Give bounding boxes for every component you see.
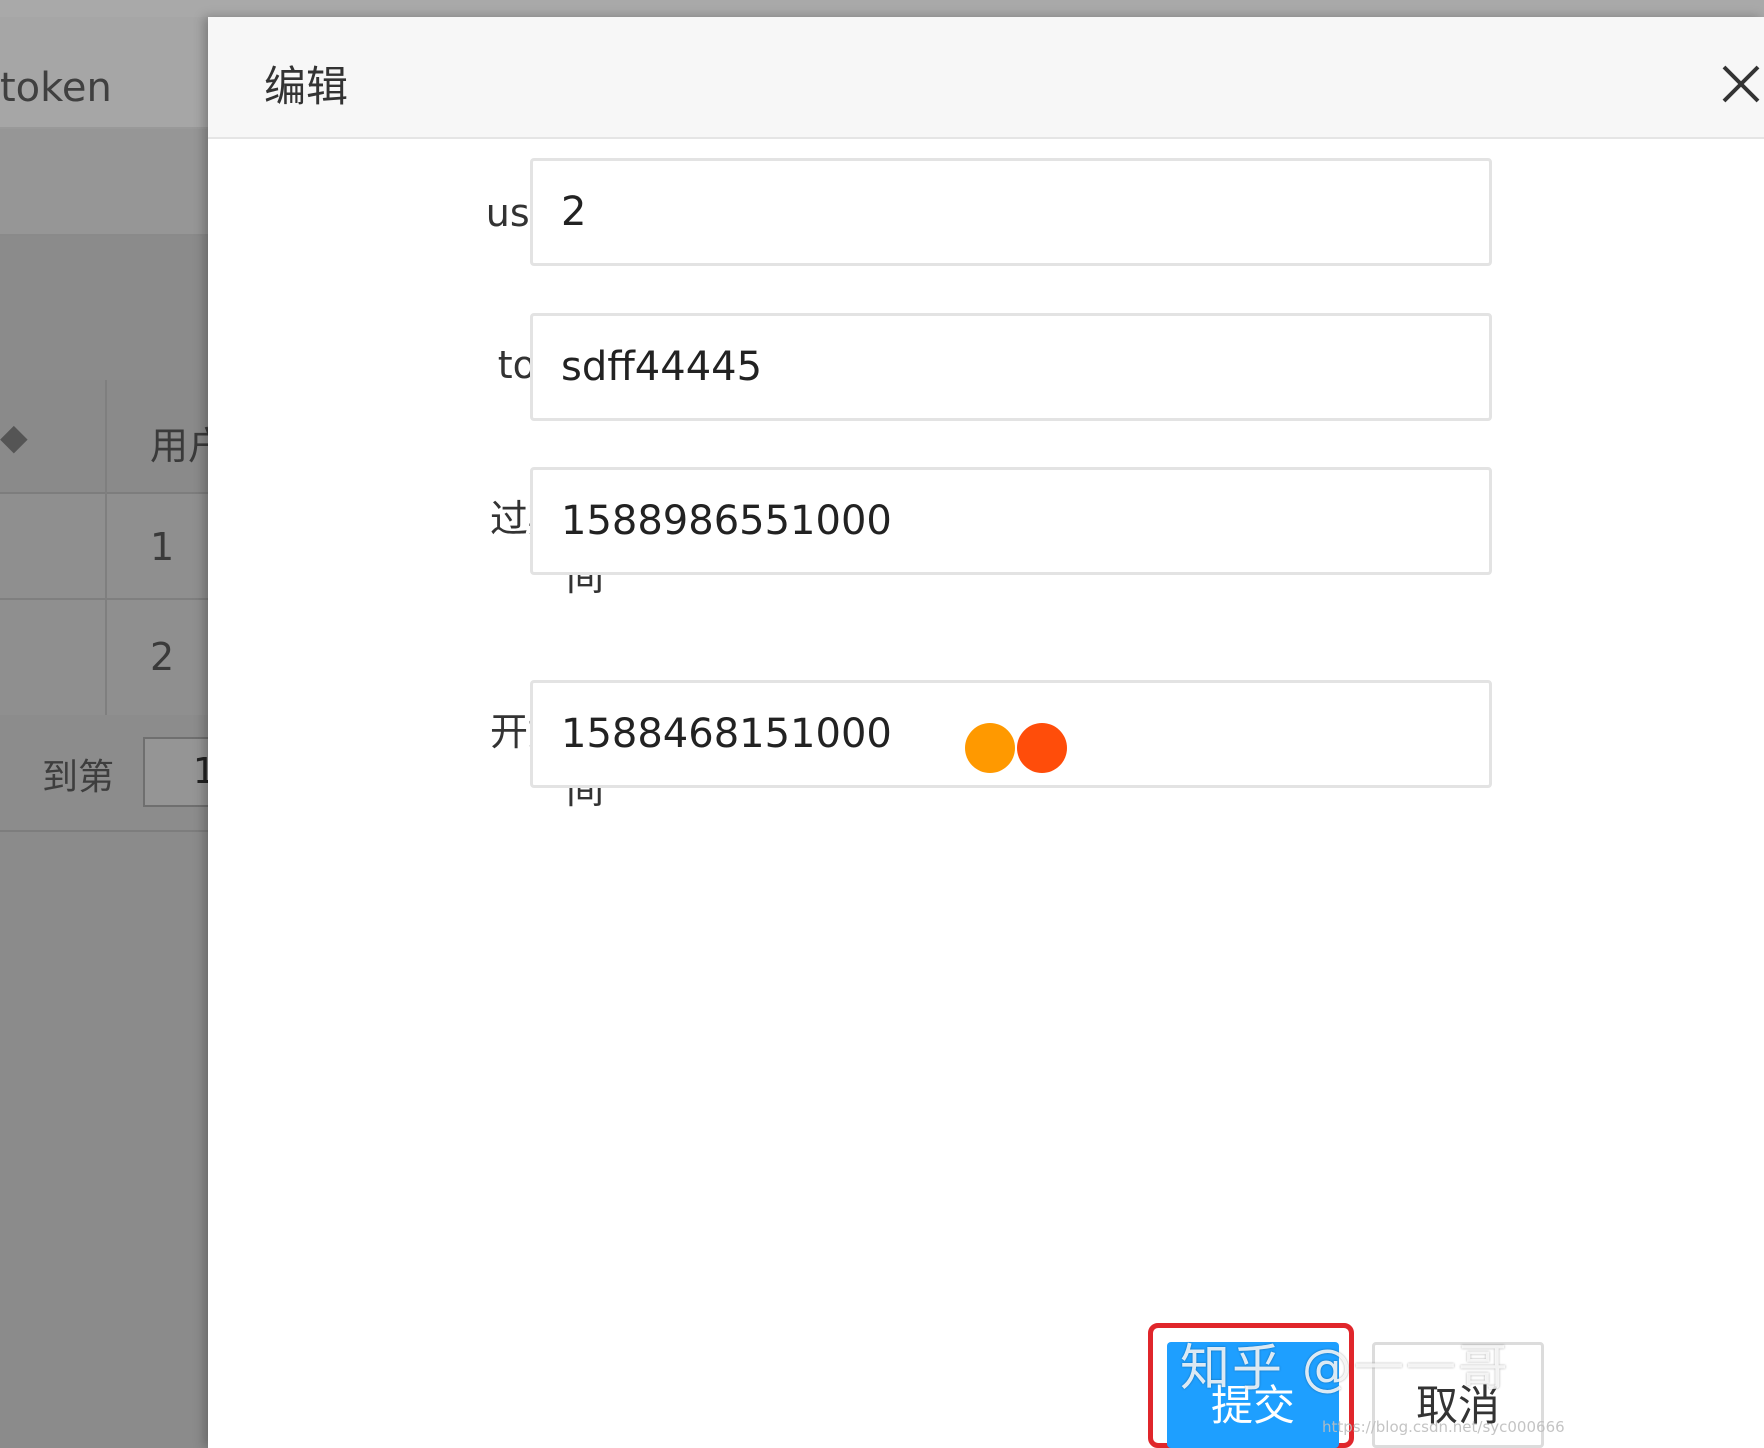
token-input[interactable] <box>530 313 1492 421</box>
background-header-title: token <box>0 65 112 111</box>
background-panel <box>0 129 208 236</box>
cursor-highlight-icon <box>965 723 1067 773</box>
background-header: token <box>0 17 208 129</box>
edit-dialog: 编辑 userId token 过期时 间 开始时 间 <box>208 17 1764 1448</box>
pagination-page-input[interactable]: 1 <box>143 737 216 807</box>
watermark-url: https://blog.csdn.net/syc000666 <box>1322 1418 1565 1436</box>
expire-time-input[interactable] <box>530 467 1492 575</box>
dialog-title: 编辑 <box>264 62 349 111</box>
table-row-cell: 1 <box>150 525 175 569</box>
dialog-header: 编辑 <box>208 17 1764 139</box>
sort-arrow-icon[interactable]: ◆ <box>0 420 28 456</box>
close-icon[interactable] <box>1718 61 1764 107</box>
table-column-divider <box>105 380 107 715</box>
watermark: 知乎 @一一哥 <box>1180 1339 1510 1397</box>
table-row-divider <box>0 598 208 600</box>
top-strip <box>0 0 1764 17</box>
userid-input[interactable] <box>530 158 1492 266</box>
table-row-cell: 2 <box>150 635 175 679</box>
pagination-goto-label: 到第 <box>42 757 115 798</box>
